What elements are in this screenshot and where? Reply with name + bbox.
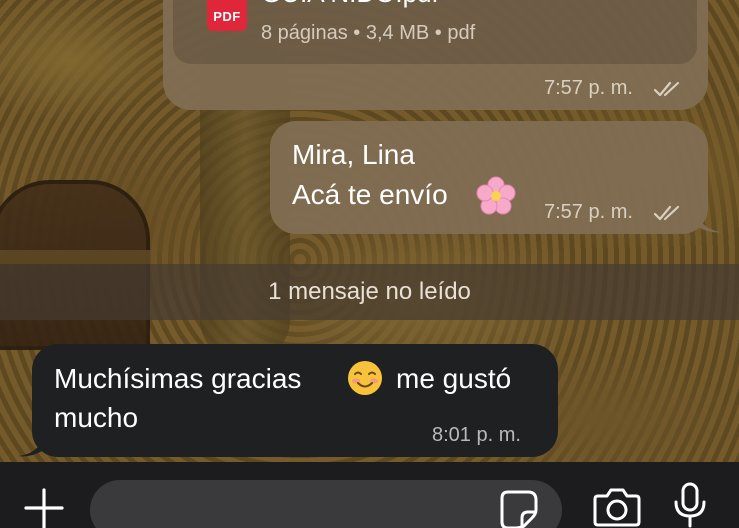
incoming-message-line-1-start: Muchísimas gracias	[54, 363, 302, 394]
outgoing-bubble-tail	[696, 212, 722, 233]
incoming-message-line-1-end: me gustó	[396, 363, 512, 394]
document-file-name: GUÍA NIDO.pdf	[261, 0, 439, 9]
outgoing-message-bubble[interactable]: Mira, Lina Acá te envío 7:57 p. m.	[270, 121, 708, 234]
outgoing-message-line-1: Mira, Lina	[292, 139, 415, 170]
read-double-check-icon	[653, 205, 680, 221]
cherry-blossom-emoji-icon	[476, 176, 516, 215]
plus-icon[interactable]	[22, 486, 66, 528]
smiling-face-emoji-icon	[348, 361, 382, 395]
document-timestamp: 7:57 p. m.	[544, 77, 633, 99]
outgoing-message-timestamp: 7:57 p. m.	[544, 201, 633, 223]
outgoing-message-line-2: Acá te envío	[292, 179, 448, 210]
incoming-message-timestamp: 8:01 p. m.	[432, 424, 521, 446]
document-message-bubble[interactable]: PDF GUÍA NIDO.pdf 8 páginas • 3,4 MB • p…	[163, 0, 708, 110]
pdf-file-icon: PDF	[207, 0, 247, 31]
unread-messages-divider: 1 mensaje no leído	[0, 264, 739, 320]
unread-messages-label: 1 mensaje no leído	[268, 278, 471, 305]
read-double-check-icon	[653, 81, 680, 97]
document-meta: 8 páginas • 3,4 MB • pdf	[261, 22, 476, 44]
incoming-message-bubble[interactable]: Muchísimas gracias me gustó mucho 8:01 p…	[32, 344, 558, 457]
document-card[interactable]: PDF GUÍA NIDO.pdf 8 páginas • 3,4 MB • p…	[173, 0, 697, 64]
incoming-message-line-2: mucho	[54, 402, 139, 433]
incoming-bubble-tail	[18, 436, 44, 457]
microphone-icon[interactable]	[672, 482, 708, 528]
sticker-icon[interactable]	[500, 490, 540, 528]
camera-icon[interactable]	[592, 484, 642, 528]
message-compose-field[interactable]	[90, 480, 562, 528]
